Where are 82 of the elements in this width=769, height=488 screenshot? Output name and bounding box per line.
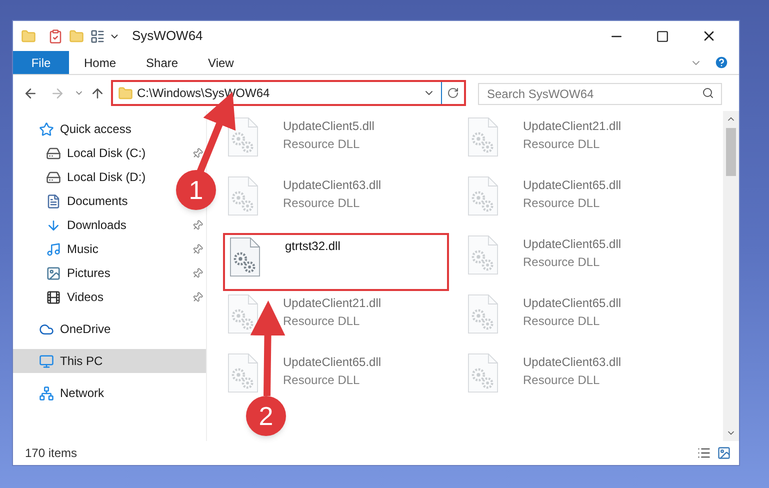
file-type: Resource DLL xyxy=(523,372,601,389)
dll-file-icon xyxy=(467,117,499,157)
dll-file-icon xyxy=(467,176,499,216)
sidebar-item[interactable]: Videos xyxy=(13,285,163,309)
back-icon[interactable] xyxy=(23,86,38,100)
file-type: Resource DLL xyxy=(523,195,601,212)
dll-file-icon xyxy=(467,294,499,334)
sidebar-item[interactable]: Network xyxy=(13,381,206,405)
dll-file-icon xyxy=(229,237,261,277)
properties-icon[interactable] xyxy=(48,28,63,44)
ribbon-tab[interactable]: Share xyxy=(131,51,194,74)
file-name: UpdateClient65.dll xyxy=(523,295,622,312)
cloud-icon xyxy=(39,322,54,336)
ribbon-tab[interactable]: File xyxy=(13,51,69,74)
ribbon-tab[interactable]: Home xyxy=(69,51,132,74)
file-name: UpdateClient63.dll xyxy=(523,354,622,371)
file-name: UpdateClient65.dll xyxy=(523,177,622,194)
scroll-thumb[interactable] xyxy=(726,128,736,176)
file-name: UpdateClient21.dll xyxy=(523,118,622,135)
file-name: UpdateClient65.dll xyxy=(523,236,622,253)
up-icon[interactable] xyxy=(90,86,105,100)
dll-file-icon xyxy=(467,353,499,393)
dll-file-icon xyxy=(467,235,499,275)
dll-file-icon xyxy=(227,117,259,157)
file-type: Resource DLL xyxy=(523,254,601,271)
sidebar-item[interactable]: This PC xyxy=(13,349,206,373)
drive-icon xyxy=(46,146,61,160)
address-bar[interactable]: C:\Windows\SysWOW64 xyxy=(111,80,466,106)
file-type: Resource DLL xyxy=(283,195,361,212)
star-icon xyxy=(39,122,54,136)
file-type: Resource DLL xyxy=(283,313,361,330)
help-icon[interactable] xyxy=(714,55,729,70)
document-icon xyxy=(46,194,61,208)
file-tile[interactable]: UpdateClient63.dll Resource DLL xyxy=(223,174,449,233)
ribbon-tab[interactable]: View xyxy=(193,51,249,74)
file-name: UpdateClient65.dll xyxy=(283,354,382,371)
refresh-icon[interactable] xyxy=(447,87,459,99)
search-icon[interactable] xyxy=(702,87,714,99)
file-name: UpdateClient21.dll xyxy=(283,295,382,312)
details-view-icon[interactable] xyxy=(697,446,711,460)
network-icon xyxy=(39,386,54,400)
file-tile[interactable]: UpdateClient5.dll Resource DLL xyxy=(223,115,449,174)
file-type: Resource DLL xyxy=(283,136,361,153)
film-icon xyxy=(46,290,61,304)
picture-icon xyxy=(46,266,61,280)
music-note-icon xyxy=(46,242,61,256)
sidebar-item[interactable]: Downloads xyxy=(13,213,163,237)
file-name: UpdateClient5.dll xyxy=(283,118,374,135)
folder-icon xyxy=(118,86,133,100)
file-tile[interactable]: gtrtst32.dll xyxy=(223,233,449,291)
file-type: Resource DLL xyxy=(523,136,601,153)
file-tile[interactable]: UpdateClient63.dll Resource DLL xyxy=(463,351,689,410)
file-name: gtrtst32.dll xyxy=(285,238,340,255)
file-name: UpdateClient63.dll xyxy=(283,177,382,194)
window-title: SysWOW64 xyxy=(132,27,203,46)
dll-file-icon xyxy=(227,176,259,216)
file-type: Resource DLL xyxy=(283,372,361,389)
sidebar-item[interactable]: Quick access xyxy=(13,117,206,141)
drive-icon xyxy=(46,170,61,184)
sidebar-item[interactable]: Local Disk (C:) xyxy=(13,141,163,165)
address-path: C:\Windows\SysWOW64 xyxy=(137,85,270,102)
sidebar-item[interactable]: OneDrive xyxy=(13,317,206,341)
maximize-icon[interactable] xyxy=(656,30,669,42)
dll-file-icon xyxy=(227,353,259,393)
file-tile[interactable]: UpdateClient21.dll Resource DLL xyxy=(223,292,449,351)
file-tile[interactable]: UpdateClient21.dll Resource DLL xyxy=(463,115,689,174)
download-arrow-icon xyxy=(46,218,61,232)
file-tile[interactable]: UpdateClient65.dll Resource DLL xyxy=(463,292,689,351)
scrollbar[interactable] xyxy=(723,111,739,441)
monitor-icon xyxy=(39,354,54,368)
file-tile[interactable]: UpdateClient65.dll Resource DLL xyxy=(463,233,689,292)
sidebar-item[interactable]: Local Disk (D:) xyxy=(13,165,163,189)
search-field[interactable]: Search SysWOW64 xyxy=(478,83,722,105)
file-tile[interactable]: UpdateClient65.dll Resource DLL xyxy=(463,174,689,233)
large-icons-view-icon[interactable] xyxy=(717,446,731,460)
layout-icon[interactable] xyxy=(90,28,105,44)
item-count: 170 items xyxy=(25,445,78,462)
sidebar-item[interactable]: Music xyxy=(13,237,163,261)
dll-file-icon xyxy=(227,294,259,334)
sidebar-item[interactable]: Pictures xyxy=(13,261,163,285)
file-type: Resource DLL xyxy=(523,313,601,330)
sidebar-item[interactable]: Documents xyxy=(13,189,163,213)
